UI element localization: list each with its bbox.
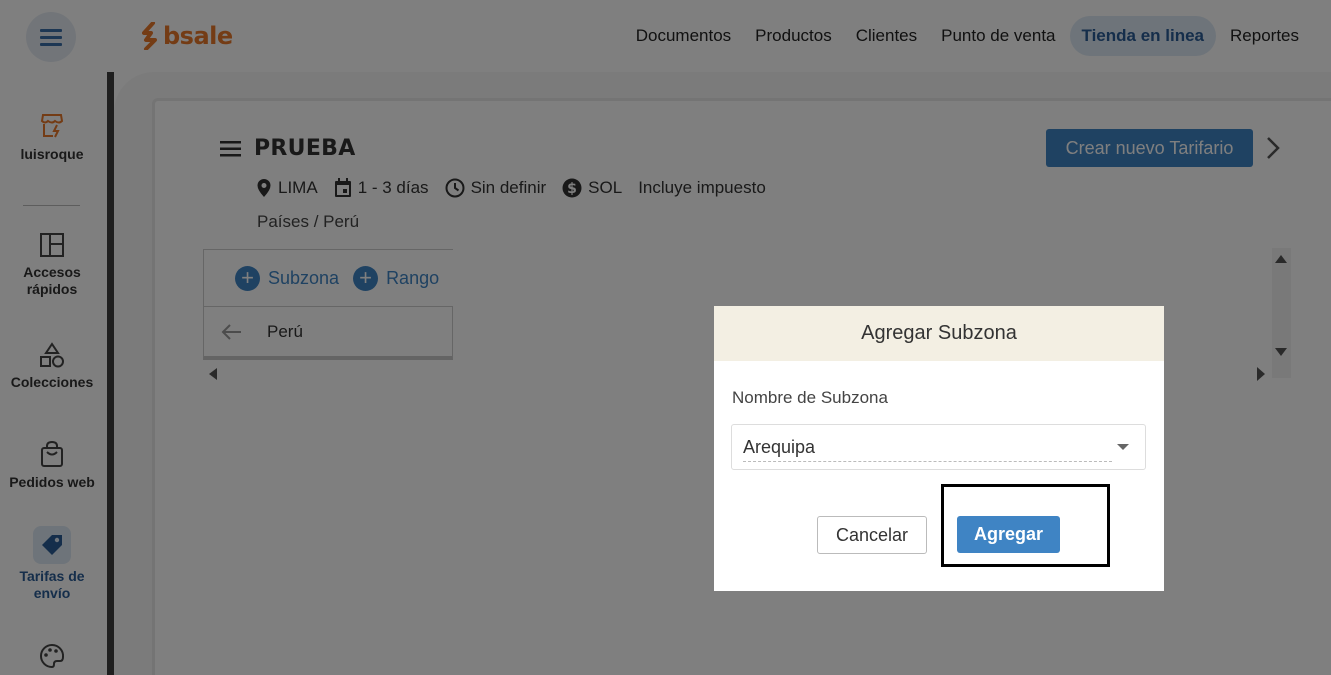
subzone-name-label: Nombre de Subzona: [732, 388, 888, 407]
modal-title: Agregar Subzona: [714, 306, 1164, 361]
chevron-down-icon: [1117, 444, 1129, 450]
annotation-highlight-box: [941, 484, 1110, 567]
cancel-button[interactable]: Cancelar: [817, 516, 927, 554]
subzone-name-select[interactable]: Arequipa: [731, 424, 1146, 470]
select-underline: [743, 461, 1112, 462]
subzone-name-value: Arequipa: [743, 437, 816, 457]
